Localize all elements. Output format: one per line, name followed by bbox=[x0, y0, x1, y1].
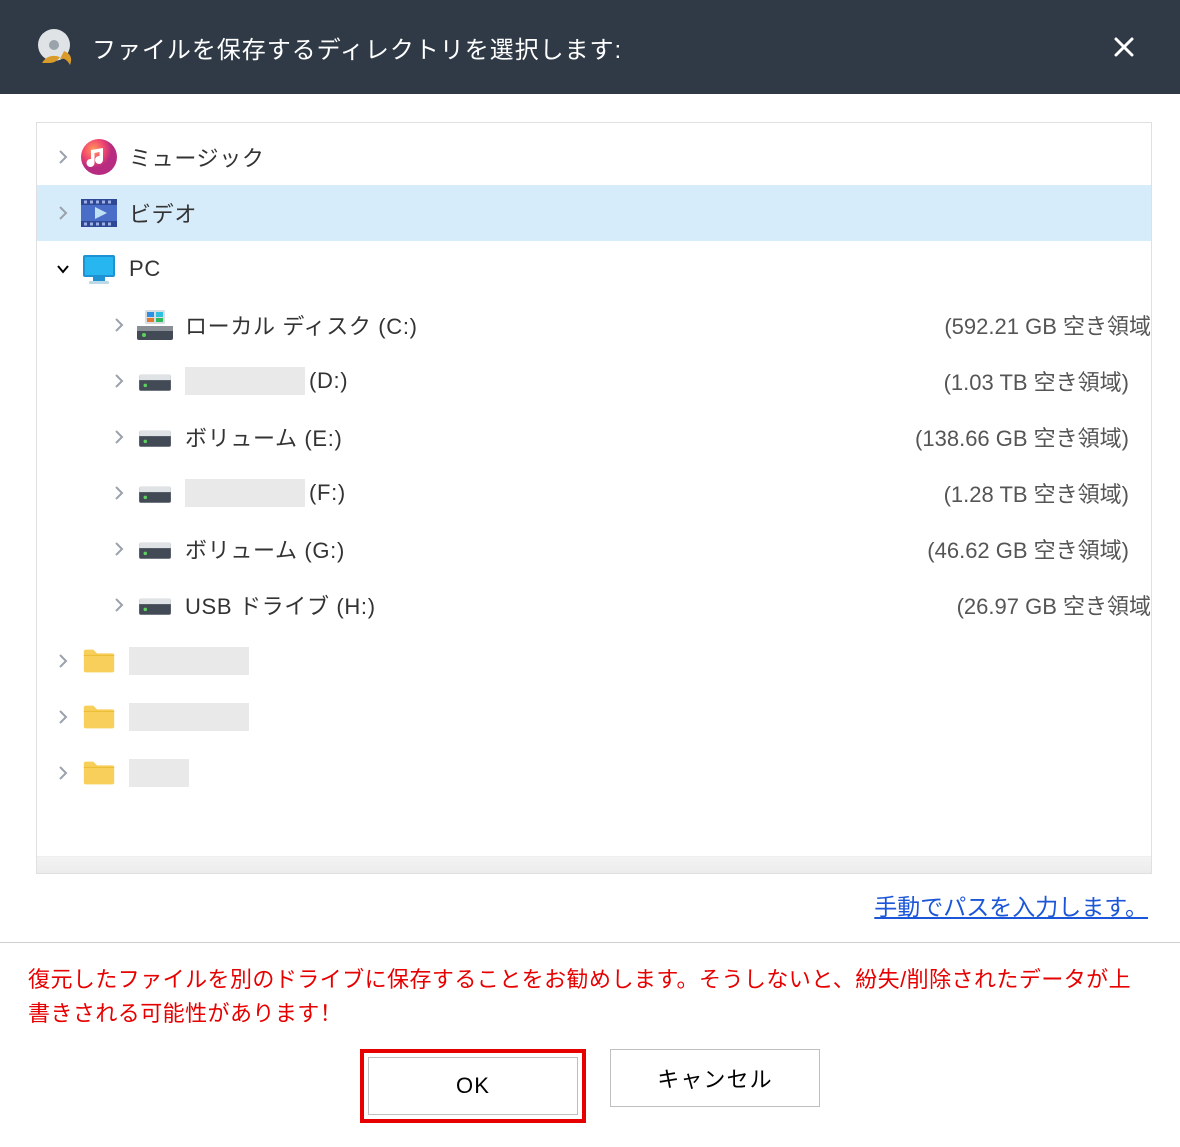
drive-icon bbox=[135, 365, 175, 397]
tree-item-label: ミュージック bbox=[129, 141, 265, 173]
chevron-right-icon[interactable] bbox=[107, 481, 131, 505]
cancel-button[interactable]: キャンセル bbox=[610, 1049, 820, 1107]
tree-item-pc[interactable]: PC bbox=[37, 241, 1151, 297]
drive-icon bbox=[135, 533, 175, 565]
tree-item-folder[interactable] bbox=[37, 633, 1151, 689]
ok-button[interactable]: OK bbox=[368, 1057, 578, 1115]
button-row: OK キャンセル bbox=[0, 1043, 1180, 1147]
tree-item-folder[interactable] bbox=[37, 745, 1151, 801]
dialog-title: ファイルを保存するディレクトリを選択します: bbox=[92, 30, 1104, 65]
chevron-right-icon[interactable] bbox=[107, 425, 131, 449]
drive-label: ボリューム (E:) bbox=[185, 421, 343, 453]
app-recovery-icon bbox=[28, 21, 80, 73]
drive-suffix: (D:) bbox=[309, 368, 348, 394]
drive-label bbox=[185, 479, 305, 507]
drive-free-space: (138.66 GB 空き領域) bbox=[915, 421, 1151, 453]
drive-icon bbox=[135, 309, 175, 341]
directory-tree-panel: ミュージック bbox=[36, 122, 1152, 874]
tree-item-label: PC bbox=[129, 256, 161, 282]
drive-free-space: (592.21 GB 空き領域 bbox=[944, 309, 1151, 341]
tree-item-drive[interactable]: (F:) (1.28 TB 空き領域) bbox=[37, 465, 1151, 521]
drive-suffix: (F:) bbox=[309, 480, 346, 506]
chevron-down-icon[interactable] bbox=[51, 257, 75, 281]
drive-icon bbox=[135, 421, 175, 453]
tree-item-label bbox=[129, 703, 249, 731]
tree-item-label: ビデオ bbox=[129, 197, 197, 229]
tree-item-drive[interactable]: ローカル ディスク (C:) (592.21 GB 空き領域 bbox=[37, 297, 1151, 353]
drive-icon bbox=[135, 589, 175, 621]
drive-label: USB ドライブ (H:) bbox=[185, 589, 376, 621]
tree-item-video[interactable]: ビデオ bbox=[37, 185, 1151, 241]
close-icon bbox=[1112, 35, 1136, 59]
drive-label bbox=[185, 367, 305, 395]
chevron-right-icon[interactable] bbox=[51, 649, 75, 673]
music-icon bbox=[79, 137, 119, 177]
chevron-right-icon[interactable] bbox=[51, 705, 75, 729]
horizontal-scrollbar[interactable] bbox=[37, 856, 1151, 873]
manual-path-row: 手動でパスを入力します。 bbox=[36, 874, 1152, 932]
drive-free-space: (46.62 GB 空き領域) bbox=[927, 533, 1151, 565]
dialog-body: ミュージック bbox=[0, 94, 1180, 942]
drive-free-space: (1.03 TB 空き領域) bbox=[944, 365, 1151, 397]
chevron-right-icon[interactable] bbox=[51, 145, 75, 169]
tree-item-music[interactable]: ミュージック bbox=[37, 129, 1151, 185]
video-icon bbox=[79, 193, 119, 233]
chevron-right-icon[interactable] bbox=[107, 537, 131, 561]
warning-text: 復元したファイルを別のドライブに保存することをお勧めします。そうしないと、紛失/… bbox=[0, 943, 1180, 1043]
tree-item-label bbox=[129, 647, 249, 675]
close-button[interactable] bbox=[1104, 27, 1144, 67]
directory-tree[interactable]: ミュージック bbox=[37, 123, 1151, 856]
tree-item-drive[interactable]: USB ドライブ (H:) (26.97 GB 空き領域 bbox=[37, 577, 1151, 633]
tree-item-folder[interactable] bbox=[37, 689, 1151, 745]
tree-item-label bbox=[129, 759, 189, 787]
chevron-right-icon[interactable] bbox=[107, 369, 131, 393]
folder-icon bbox=[79, 641, 119, 681]
chevron-right-icon[interactable] bbox=[51, 201, 75, 225]
drive-label: ボリューム (G:) bbox=[185, 533, 345, 565]
pc-icon bbox=[79, 249, 119, 289]
chevron-right-icon[interactable] bbox=[107, 593, 131, 617]
manual-path-link[interactable]: 手動でパスを入力します。 bbox=[874, 894, 1148, 920]
drive-label: ローカル ディスク (C:) bbox=[185, 309, 418, 341]
tree-item-drive[interactable]: (D:) (1.03 TB 空き領域) bbox=[37, 353, 1151, 409]
folder-icon bbox=[79, 697, 119, 737]
drive-free-space: (1.28 TB 空き領域) bbox=[944, 477, 1151, 509]
drive-free-space: (26.97 GB 空き領域 bbox=[957, 589, 1151, 621]
tree-item-drive[interactable]: ボリューム (E:) (138.66 GB 空き領域) bbox=[37, 409, 1151, 465]
folder-icon bbox=[79, 753, 119, 793]
chevron-right-icon[interactable] bbox=[51, 761, 75, 785]
titlebar: ファイルを保存するディレクトリを選択します: bbox=[0, 0, 1180, 94]
select-directory-dialog: ファイルを保存するディレクトリを選択します: bbox=[0, 0, 1180, 1147]
tree-item-drive[interactable]: ボリューム (G:) (46.62 GB 空き領域) bbox=[37, 521, 1151, 577]
drive-icon bbox=[135, 477, 175, 509]
ok-button-highlight: OK bbox=[360, 1049, 586, 1123]
chevron-right-icon[interactable] bbox=[107, 313, 131, 337]
